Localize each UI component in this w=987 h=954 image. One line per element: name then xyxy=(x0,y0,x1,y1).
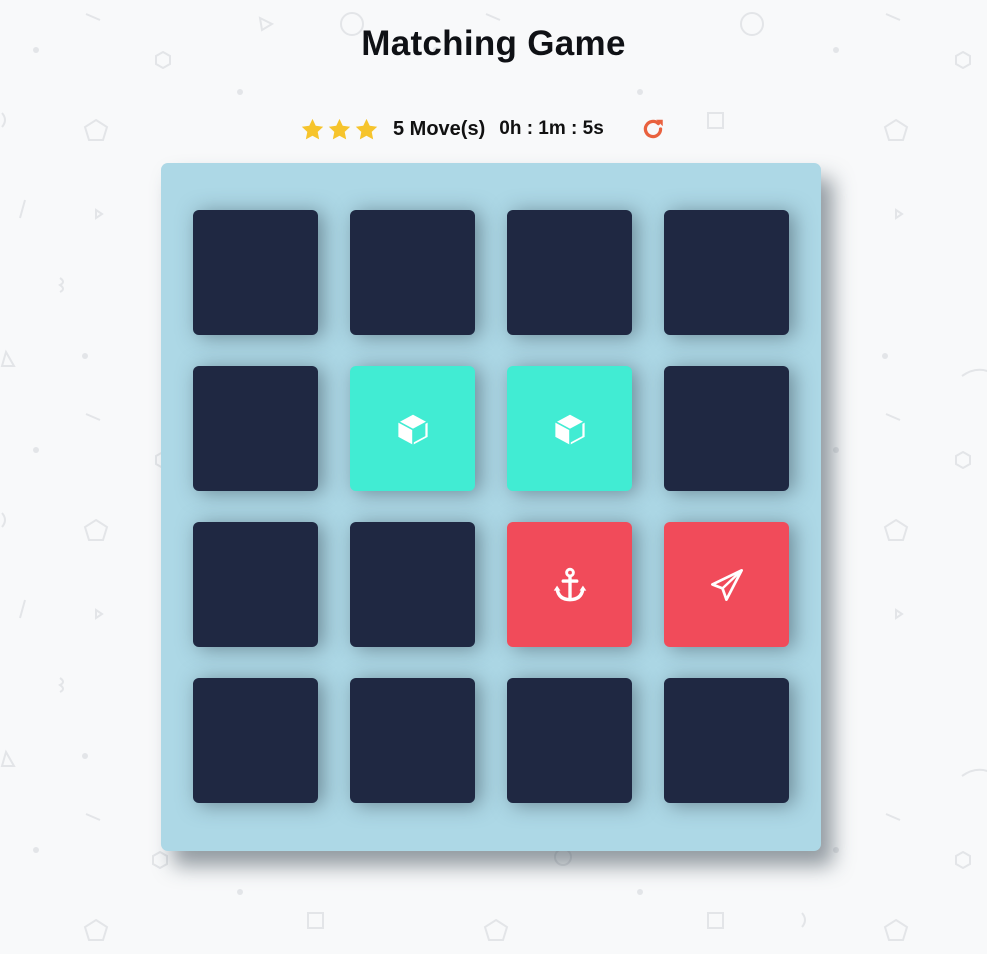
card-hidden[interactable] xyxy=(664,366,789,491)
card-hidden[interactable] xyxy=(193,678,318,803)
restart-icon[interactable] xyxy=(640,116,666,142)
anchor-icon xyxy=(553,567,586,601)
card-hidden[interactable] xyxy=(350,678,475,803)
card-deck xyxy=(161,163,821,851)
card-hidden[interactable] xyxy=(193,522,318,647)
game-timer: 0h : 1m : 5s xyxy=(499,118,604,139)
card-open-anchor xyxy=(507,522,632,647)
page-title: Matching Game xyxy=(361,24,626,63)
card-hidden[interactable] xyxy=(664,678,789,803)
card-hidden[interactable] xyxy=(507,210,632,335)
star-icon xyxy=(301,118,324,139)
card-hidden[interactable] xyxy=(350,522,475,647)
move-counter: 5 Move(s) xyxy=(393,117,486,140)
star-icon xyxy=(328,118,351,139)
score-panel: 5 Move(s) 0h : 1m : 5s xyxy=(300,112,666,146)
paper-plane-icon xyxy=(710,568,743,601)
card-hidden[interactable] xyxy=(507,678,632,803)
card-hidden[interactable] xyxy=(193,366,318,491)
star-icon xyxy=(355,118,378,139)
card-hidden[interactable] xyxy=(664,210,789,335)
card-hidden[interactable] xyxy=(350,210,475,335)
game-page: Matching Game 5 Move(s) 0h : 1m : 5s xyxy=(0,0,987,954)
card-matched-cube xyxy=(507,366,632,491)
card-hidden[interactable] xyxy=(193,210,318,335)
card-open-paper-plane xyxy=(664,522,789,647)
card-matched-cube xyxy=(350,366,475,491)
cube-icon xyxy=(396,412,429,445)
cube-icon xyxy=(553,412,586,445)
star-rating xyxy=(300,117,379,142)
